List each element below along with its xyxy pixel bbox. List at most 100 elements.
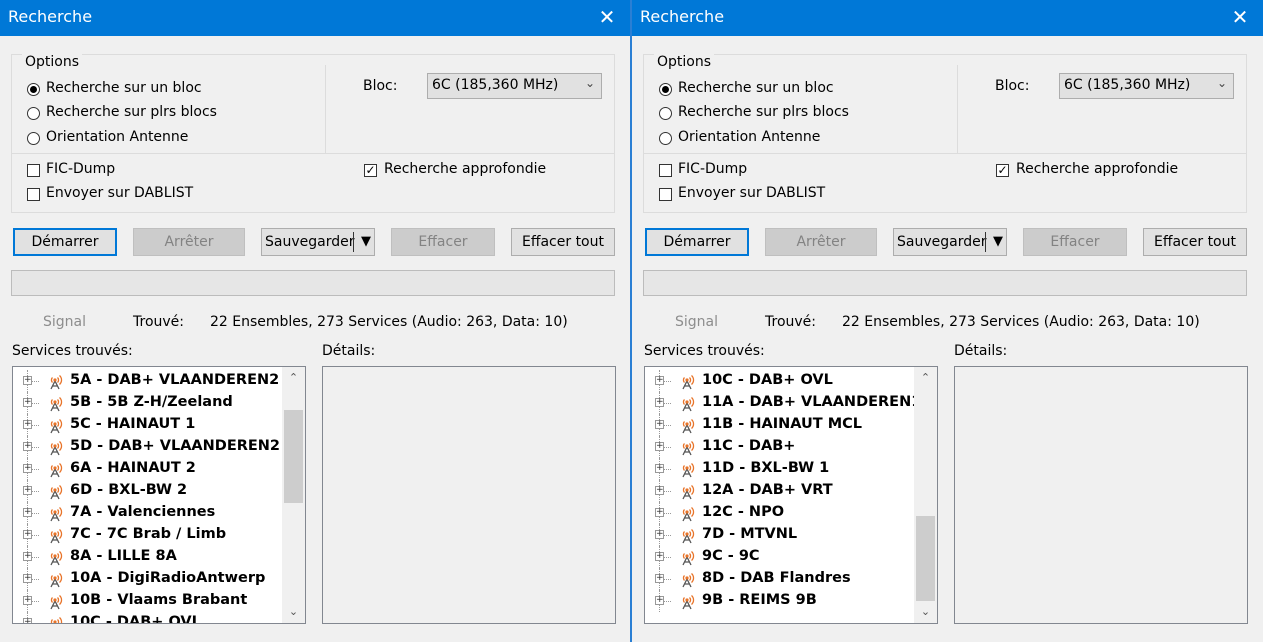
checkbox-fic-dump[interactable] — [659, 164, 672, 177]
checkbox-label[interactable]: FIC-Dump — [678, 161, 747, 177]
service-row[interactable]: +5B - 5B Z-H/Zeeland — [13, 392, 283, 414]
service-name: 9B - REIMS 9B — [702, 592, 817, 608]
service-row[interactable]: +5C - HAINAUT 1 — [13, 414, 283, 436]
radio-search-multiple-blocks[interactable] — [27, 107, 40, 120]
expand-icon[interactable]: + — [23, 398, 32, 407]
service-row[interactable]: +11D - BXL-BW 1 — [645, 458, 915, 480]
service-row[interactable]: +12A - DAB+ VRT — [645, 480, 915, 502]
dropdown-arrow-icon[interactable]: ▼ — [993, 229, 1003, 255]
clear-button[interactable]: Effacer — [391, 228, 495, 256]
expand-icon[interactable]: + — [655, 486, 664, 495]
expand-icon[interactable]: + — [23, 618, 32, 623]
clear-all-button[interactable]: Effacer tout — [1143, 228, 1247, 256]
checkbox-deep-search[interactable]: ✓ — [996, 164, 1009, 177]
service-row[interactable]: +6D - BXL-BW 2 — [13, 480, 283, 502]
expand-icon[interactable]: + — [23, 420, 32, 429]
stop-button[interactable]: Arrêter — [765, 228, 877, 256]
checkbox-send-dablist[interactable] — [27, 188, 40, 201]
expand-icon[interactable]: + — [23, 486, 32, 495]
service-row[interactable]: +8D - DAB Flandres — [645, 568, 915, 590]
scroll-thumb[interactable] — [916, 516, 935, 601]
service-row[interactable]: +7D - MTVNL — [645, 524, 915, 546]
service-name: 7D - MTVNL — [702, 526, 798, 542]
start-button[interactable]: Démarrer — [13, 228, 117, 256]
radio-label[interactable]: Recherche sur un bloc — [46, 80, 202, 96]
services-tree[interactable]: +10C - DAB+ OVL +11A - DAB+ VLAANDEREN1 +1… — [644, 366, 938, 624]
expand-icon[interactable]: + — [23, 530, 32, 539]
dropdown-arrow-icon[interactable]: ▼ — [361, 229, 371, 255]
clear-button[interactable]: Effacer — [1023, 228, 1127, 256]
save-split-button[interactable]: Sauvegarder ▼ — [261, 228, 375, 256]
service-row[interactable]: +5D - DAB+ VLAANDEREN2 — [13, 436, 283, 458]
services-tree[interactable]: +5A - DAB+ VLAANDEREN2 +5B - 5B Z-H/Zeela… — [12, 366, 306, 624]
scroll-up-icon[interactable]: ⌃ — [914, 367, 937, 389]
stop-button[interactable]: Arrêter — [133, 228, 245, 256]
tree-line — [31, 381, 39, 382]
radio-label[interactable]: Orientation Antenne — [46, 129, 188, 145]
service-row[interactable]: +10C - DAB+ OVL — [13, 612, 283, 623]
radio-antenna-orientation[interactable] — [27, 132, 40, 145]
expand-icon[interactable]: + — [23, 574, 32, 583]
bloc-select[interactable]: 6C (185,360 MHz) ⌄ — [1059, 73, 1234, 99]
close-icon[interactable]: ✕ — [584, 0, 630, 36]
expand-icon[interactable]: + — [23, 552, 32, 561]
bloc-select[interactable]: 6C (185,360 MHz) ⌄ — [427, 73, 602, 99]
service-row[interactable]: +8A - LILLE 8A — [13, 546, 283, 568]
radio-search-multiple-blocks[interactable] — [659, 107, 672, 120]
service-row[interactable]: +7A - Valenciennes — [13, 502, 283, 524]
service-row[interactable]: +5A - DAB+ VLAANDEREN2 — [13, 370, 283, 392]
service-row[interactable]: +6A - HAINAUT 2 — [13, 458, 283, 480]
expand-icon[interactable]: + — [655, 574, 664, 583]
expand-icon[interactable]: + — [655, 442, 664, 451]
expand-icon[interactable]: + — [23, 376, 32, 385]
radio-label[interactable]: Recherche sur un bloc — [678, 80, 834, 96]
radio-search-one-block[interactable] — [27, 83, 40, 96]
scroll-thumb[interactable] — [284, 410, 303, 504]
checkbox-deep-search[interactable]: ✓ — [364, 164, 377, 177]
expand-icon[interactable]: + — [23, 508, 32, 517]
radio-label[interactable]: Orientation Antenne — [678, 129, 820, 145]
clear-all-button[interactable]: Effacer tout — [511, 228, 615, 256]
service-row[interactable]: +10B - Vlaams Brabant — [13, 590, 283, 612]
expand-icon[interactable]: + — [655, 464, 664, 473]
radio-label[interactable]: Recherche sur plrs blocs — [46, 104, 217, 120]
expand-icon[interactable]: + — [655, 508, 664, 517]
checkbox-send-dablist[interactable] — [659, 188, 672, 201]
checkbox-fic-dump[interactable] — [27, 164, 40, 177]
services-scrollbar[interactable]: ⌃ ⌄ — [282, 367, 305, 623]
scroll-down-icon[interactable]: ⌄ — [282, 601, 305, 623]
close-icon[interactable]: ✕ — [1217, 0, 1263, 36]
checkbox-label[interactable]: FIC-Dump — [46, 161, 115, 177]
expand-icon[interactable]: + — [655, 596, 664, 605]
scroll-down-icon[interactable]: ⌄ — [914, 601, 937, 623]
expand-icon[interactable]: + — [23, 464, 32, 473]
expand-icon[interactable]: + — [23, 596, 32, 605]
radio-antenna-orientation[interactable] — [659, 132, 672, 145]
expand-icon[interactable]: + — [655, 552, 664, 561]
scroll-up-icon[interactable]: ⌃ — [282, 367, 305, 389]
service-row[interactable]: +7C - 7C Brab / Limb — [13, 524, 283, 546]
service-row[interactable]: +11A - DAB+ VLAANDEREN1 — [645, 392, 921, 414]
service-row[interactable]: +11B - HAINAUT MCL — [645, 414, 915, 436]
services-scrollbar[interactable]: ⌃ ⌄ — [914, 367, 937, 623]
checkbox-label[interactable]: Envoyer sur DABLIST — [678, 185, 825, 201]
checkbox-label[interactable]: Recherche approfondie — [1016, 161, 1178, 177]
service-row[interactable]: +9C - 9C — [645, 546, 915, 568]
service-row[interactable]: +11C - DAB+ — [645, 436, 915, 458]
expand-icon[interactable]: + — [23, 442, 32, 451]
radio-search-one-block[interactable] — [659, 83, 672, 96]
radio-label[interactable]: Recherche sur plrs blocs — [678, 104, 849, 120]
service-row[interactable]: +9B - REIMS 9B — [645, 590, 915, 612]
service-row[interactable]: +10C - DAB+ OVL — [645, 370, 915, 392]
start-button[interactable]: Démarrer — [645, 228, 749, 256]
service-row[interactable]: +10A - DigiRadioAntwerp — [13, 568, 283, 590]
save-split-button[interactable]: Sauvegarder ▼ — [893, 228, 1007, 256]
checkbox-label[interactable]: Recherche approfondie — [384, 161, 546, 177]
expand-icon[interactable]: + — [655, 376, 664, 385]
checkbox-label[interactable]: Envoyer sur DABLIST — [46, 185, 193, 201]
expand-icon[interactable]: + — [655, 530, 664, 539]
antenna-icon — [678, 438, 696, 456]
expand-icon[interactable]: + — [655, 398, 664, 407]
service-row[interactable]: +12C - NPO — [645, 502, 915, 524]
expand-icon[interactable]: + — [655, 420, 664, 429]
